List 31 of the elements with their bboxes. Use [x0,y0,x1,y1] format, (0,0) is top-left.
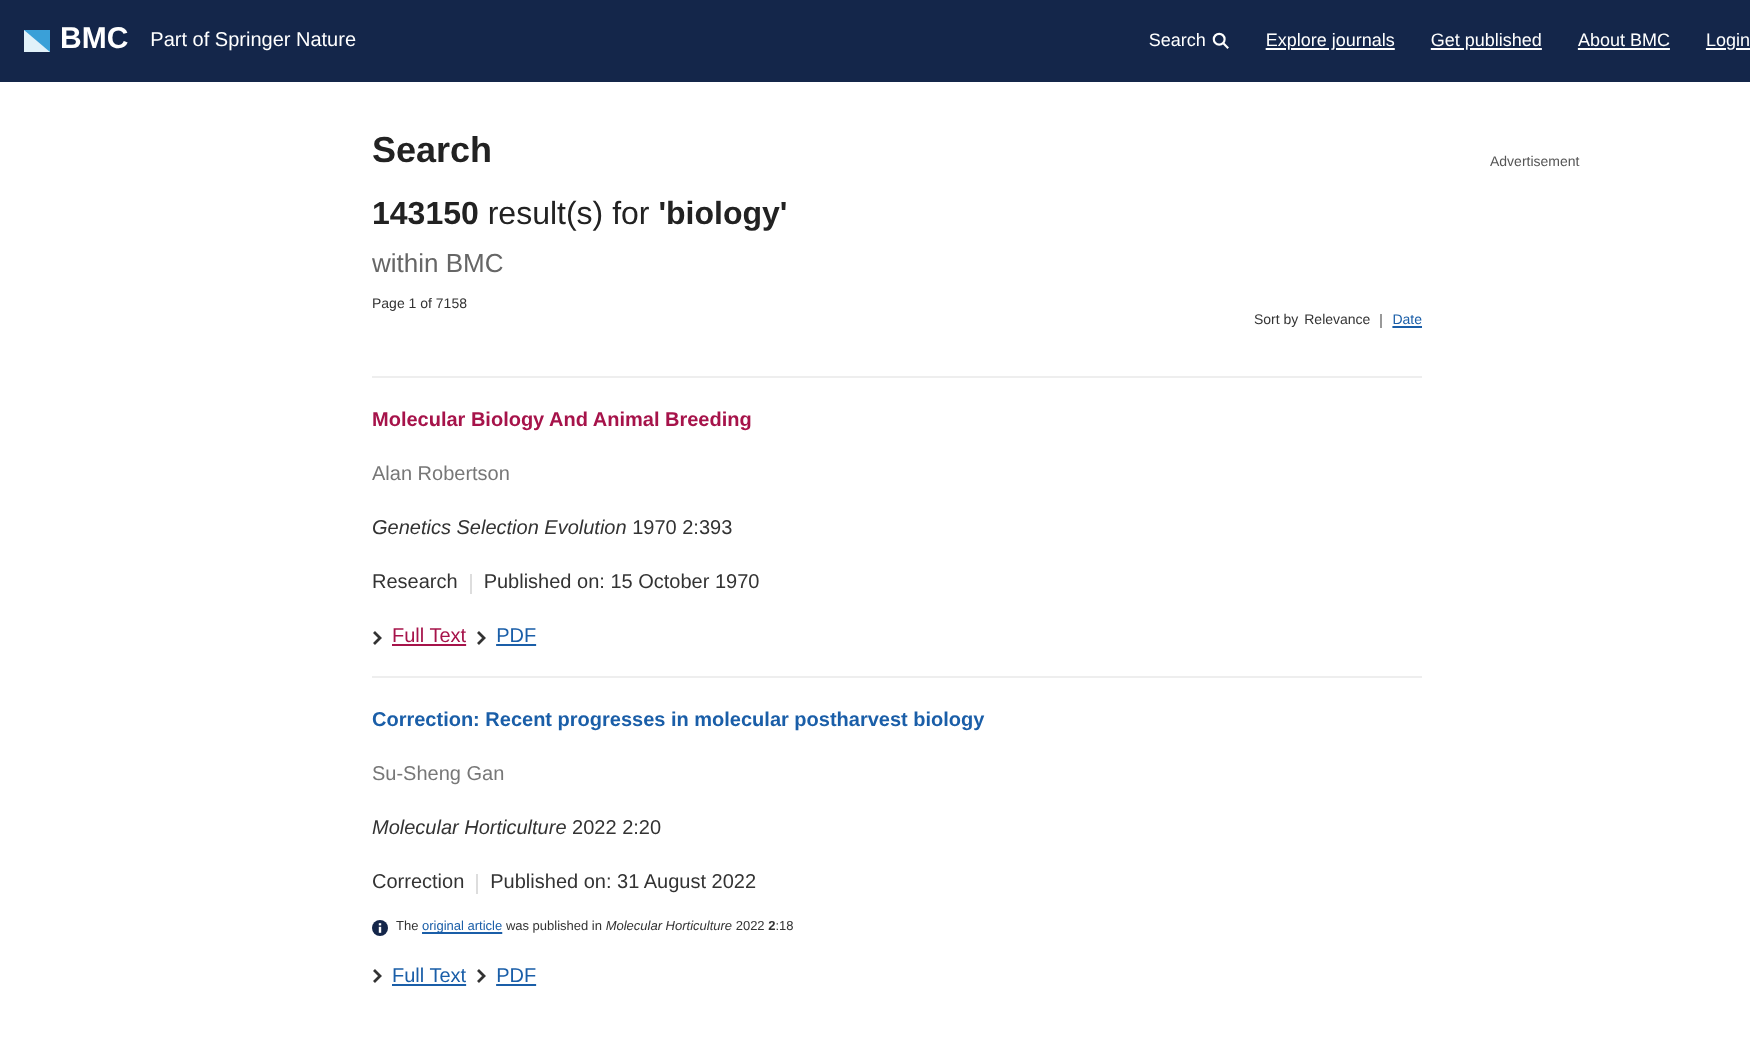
article-citation: Genetics Selection Evolution 1970 2:393 [372,516,735,544]
article-type: Correction [372,870,465,898]
article-link[interactable]: Full Text [372,622,467,652]
info-icon [372,919,388,936]
nav-link[interactable]: About BMC [1577,27,1670,55]
article-authors: Alan Robertson [372,462,512,490]
article-title[interactable]: Correction: Recent progresses in molecular postharvest biology [372,706,1422,736]
article-link[interactable]: Full Text [372,961,467,992]
logo-icon [24,30,50,52]
search-button[interactable]: Search [1148,27,1230,55]
article-link[interactable]: PDF [476,622,537,652]
nav-link[interactable]: Explore journals [1265,27,1395,55]
publication-date: Published on: 31 August 2022 [490,870,757,898]
tagline: Part of Springer Nature [150,28,356,56]
article-type: Research [372,570,458,598]
search-icon [1211,32,1230,50]
results-summary: 143150 result(s) for 'biology' [372,200,790,232]
chevron-icon [476,629,489,645]
article-authors: Su-Sheng Gan [372,762,507,790]
page-title: Search [372,132,495,168]
chevron-icon [372,968,384,985]
article-title[interactable]: Molecular Biology And Animal Breeding [372,406,1422,436]
article-citation: Molecular Horticulture 2022 2:20 [372,816,664,844]
chevron-icon [372,629,384,645]
logo-text[interactable]: BMC [60,18,129,64]
nav-link[interactable]: Login [1705,27,1750,55]
chevron-icon [476,968,489,985]
article-link[interactable]: PDF [476,961,537,992]
search-scope: within BMC [372,246,506,282]
publication-date: Published on: 15 October 1970 [483,570,760,598]
nav-link[interactable]: Get published [1430,27,1542,55]
